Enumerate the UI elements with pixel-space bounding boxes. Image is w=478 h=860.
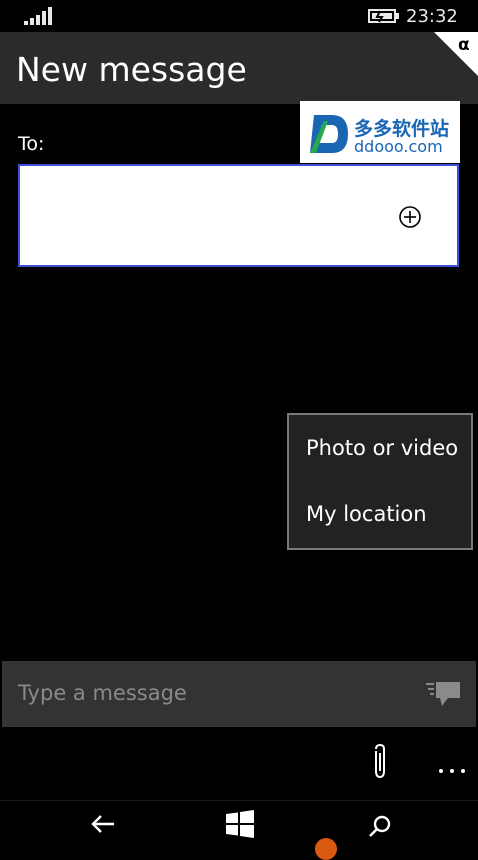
alpha-label: α xyxy=(458,35,470,55)
paperclip-icon[interactable] xyxy=(368,743,392,781)
more-icon[interactable] xyxy=(438,768,466,774)
send-message-icon[interactable] xyxy=(424,678,462,710)
menu-item-photo-or-video[interactable]: Photo or video xyxy=(306,436,458,460)
status-time: 23:32 xyxy=(406,6,458,27)
battery-charging-icon xyxy=(368,9,399,23)
back-arrow-icon[interactable] xyxy=(90,813,116,835)
signal-bars-icon xyxy=(24,7,52,25)
attach-menu xyxy=(287,413,473,550)
watermark-logo-icon xyxy=(310,115,348,153)
windows-logo-icon[interactable] xyxy=(226,810,254,838)
page-title: New message xyxy=(16,50,247,89)
watermark-brand-url: ddooo.com xyxy=(354,137,443,156)
plus-circle-icon[interactable] xyxy=(398,205,422,229)
message-input[interactable]: Type a message xyxy=(18,681,187,705)
search-icon[interactable] xyxy=(368,814,392,838)
menu-item-my-location[interactable]: My location xyxy=(306,502,427,526)
to-input[interactable] xyxy=(18,164,459,267)
to-label: To: xyxy=(18,133,45,155)
alpha-corner-badge xyxy=(434,32,478,76)
touch-indicator-dot xyxy=(315,838,337,860)
